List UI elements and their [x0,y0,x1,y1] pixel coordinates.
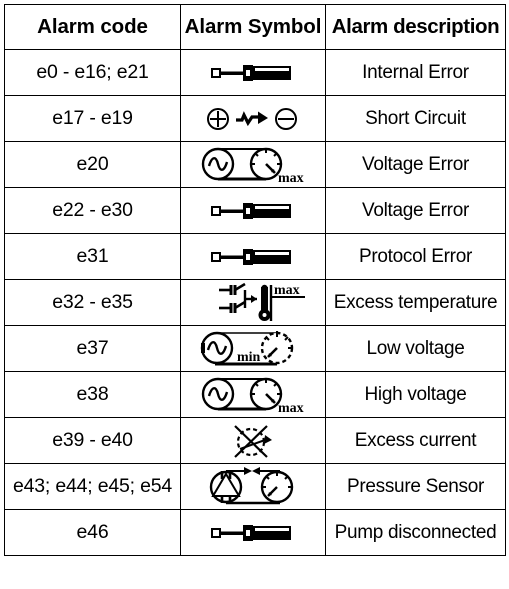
alarm-symbol-cell [180,187,326,234]
alarm-description-cell: Protocol Error [325,233,506,280]
short-circuit-icon [207,107,297,130]
alarm-symbol-cell [180,49,326,96]
table-body: e0 - e16; e21 Internal Error e17 - e19 S… [4,49,506,556]
table-row: e17 - e19 Short Circuit [4,95,506,142]
alarm-description-cell: Voltage Error [325,141,506,188]
alarm-symbol-cell: min [180,325,326,372]
alarm-code-table-page: Alarm code Alarm Symbol Alarm descriptio… [0,0,509,589]
alarm-code-cell: e17 - e19 [4,95,181,142]
symbol-label: min [237,350,261,365]
alarm-table: Alarm code Alarm Symbol Alarm descriptio… [4,4,506,556]
table-row: e37 min Low voltage [4,325,506,372]
alarm-code-cell: e22 - e30 [4,187,181,234]
alarm-symbol-cell: max [180,371,326,418]
symbol-label: max [274,283,300,298]
thermometer-max-icon: max [219,282,305,321]
header-alarm-description: Alarm description [325,4,506,50]
table-row: e20 max Voltage Error [4,141,506,188]
alarm-symbol-cell [180,509,326,556]
alarm-code-cell: e32 - e35 [4,279,181,326]
alarm-description-cell: Voltage Error [325,187,506,234]
alarm-description-cell: Internal Error [325,49,506,96]
pump-gauge-icon [209,466,294,504]
ac-gauge-min-icon: min [200,330,294,365]
alarm-code-cell: e37 [4,325,181,372]
alarm-description-cell: Excess temperature [325,279,506,326]
header-row: Alarm code Alarm Symbol Alarm descriptio… [4,4,506,50]
screwdriver-icon [211,248,291,265]
alarm-description-cell: High voltage [325,371,506,418]
screwdriver-icon [211,64,291,81]
alarm-symbol-cell [180,463,326,510]
table-row: e46 Pump disconnected [4,509,506,556]
header-alarm-symbol: Alarm Symbol [180,4,326,50]
table-row: e43; e44; e45; e54 Pressure Sensor [4,463,506,510]
alarm-description-cell: Pressure Sensor [325,463,506,510]
table-row: e39 - e40 Excess current [4,417,506,464]
header-alarm-code: Alarm code [4,4,181,50]
symbol-label: max [278,171,304,186]
alarm-symbol-cell [180,233,326,280]
screwdriver-icon [211,202,291,219]
alarm-symbol-cell: max [180,279,326,326]
symbol-label: max [278,401,304,416]
alarm-code-cell: e39 - e40 [4,417,181,464]
table-row: e31 Protocol Error [4,233,506,280]
screwdriver-icon [211,524,291,541]
alarm-code-cell: e31 [4,233,181,280]
alarm-symbol-cell [180,417,326,464]
alarm-code-cell: e20 [4,141,181,188]
ac-gauge-max-icon: max [201,147,304,186]
alarm-description-cell: Pump disconnected [325,509,506,556]
table-row: e38 max High voltage [4,371,506,418]
alarm-code-cell: e0 - e16; e21 [4,49,181,96]
table-row: e22 - e30 Voltage Error [4,187,506,234]
alarm-code-cell: e46 [4,509,181,556]
table-row: e0 - e16; e21 Internal Error [4,49,506,96]
ac-gauge-max-icon: max [201,377,304,416]
alarm-description-cell: Excess current [325,417,506,464]
alarm-code-cell: e43; e44; e45; e54 [4,463,181,510]
alarm-description-cell: Short Circuit [325,95,506,142]
crossed-circle-icon [234,424,272,458]
alarm-symbol-cell: max [180,141,326,188]
alarm-description-cell: Low voltage [325,325,506,372]
alarm-code-cell: e38 [4,371,181,418]
alarm-symbol-cell [180,95,326,142]
table-header: Alarm code Alarm Symbol Alarm descriptio… [4,4,506,50]
table-row: e32 - e35 max Excess temperature [4,279,506,326]
